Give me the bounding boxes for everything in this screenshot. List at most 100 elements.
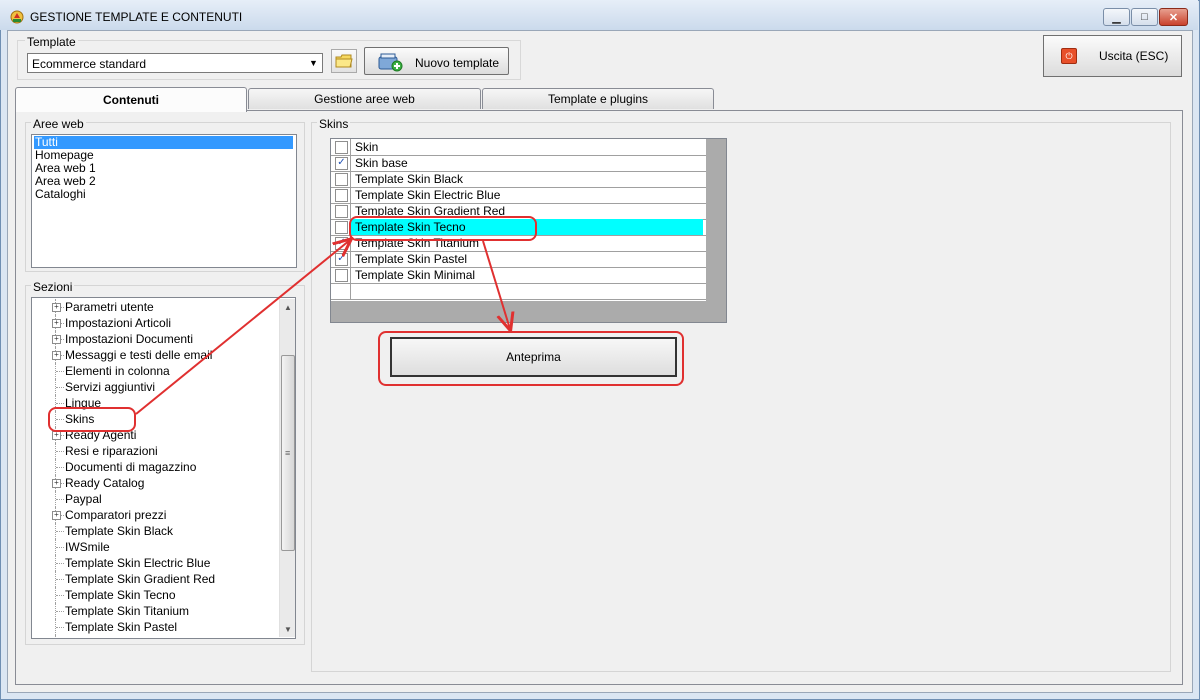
tree-item-label: Paypal (65, 492, 102, 506)
chevron-down-icon[interactable]: ▼ (305, 54, 322, 72)
tree-item[interactable]: Template Skin Gradient Red (32, 571, 278, 587)
title-bar[interactable]: GESTIONE TEMPLATE E CONTENUTI ▁ □ ✕ (0, 0, 1198, 30)
table-row[interactable]: Template Skin Electric Blue (331, 187, 706, 204)
skins-label: Skins (317, 117, 351, 131)
tree-item-label: Comparatori prezzi (65, 508, 167, 522)
tree-item-label: Documenti di magazzino (65, 460, 197, 474)
scroll-up-icon[interactable]: ▲ (280, 299, 296, 315)
scroll-down-icon[interactable]: ▼ (280, 621, 296, 637)
column-separator (350, 203, 351, 219)
tab-template-e-plugins[interactable]: Template e plugins (482, 88, 714, 109)
table-row[interactable]: Skin (331, 139, 706, 156)
tree-line (56, 611, 64, 612)
scroll-thumb[interactable]: ≡ (281, 355, 295, 551)
tab-gestione-aree-web[interactable]: Gestione aree web (248, 88, 481, 109)
table-row[interactable]: Template Skin Black (331, 171, 706, 188)
tree-item[interactable]: + Impostazioni Documenti (32, 331, 278, 347)
skin-name: Template Skin Minimal (355, 268, 476, 282)
close-button[interactable]: ✕ (1159, 8, 1188, 26)
app-icon (10, 10, 24, 24)
aree-web-label: Aree web (31, 117, 86, 131)
expand-icon[interactable]: + (52, 303, 61, 312)
skin-checkbox[interactable]: ✓ (335, 237, 348, 250)
new-template-icon (378, 53, 403, 72)
tree-item[interactable]: + Comparatori prezzi (32, 507, 278, 523)
tree-item[interactable]: IWSmile (32, 539, 278, 555)
column-separator (350, 155, 351, 171)
skin-checkbox[interactable] (335, 189, 348, 202)
tree-item[interactable]: Template Skin Minimal (32, 635, 278, 638)
tree-item-label: Template Skin Pastel (65, 620, 178, 634)
power-icon: ⏻ (1061, 48, 1077, 64)
table-row[interactable]: ✓ Template Skin Pastel (331, 251, 706, 268)
expand-icon[interactable]: + (52, 431, 61, 440)
tree-item-label: Template Skin Titanium (65, 604, 190, 618)
column-separator (350, 187, 351, 203)
tree-item[interactable]: Template Skin Black (32, 523, 278, 539)
skin-checkbox[interactable] (335, 173, 348, 186)
tree-item-label: Resi e riparazioni (65, 444, 158, 458)
tree-line (56, 563, 64, 564)
tree-item[interactable]: + Impostazioni Articoli (32, 315, 278, 331)
table-row[interactable] (331, 283, 706, 300)
tree-item[interactable]: Servizi aggiuntivi (32, 379, 278, 395)
annotation-box-tecno (349, 216, 537, 241)
window-title: GESTIONE TEMPLATE E CONTENUTI (30, 10, 243, 24)
tree-item-label: Template Skin Black (65, 524, 174, 538)
skin-checkbox[interactable]: ✓ (335, 157, 348, 170)
annotation-box-skins (48, 407, 136, 432)
tree-item[interactable]: Template Skin Pastel (32, 619, 278, 635)
expand-icon[interactable]: + (52, 479, 61, 488)
maximize-button[interactable]: □ (1131, 8, 1158, 26)
tree-item-label: Servizi aggiuntivi (65, 380, 156, 394)
tab-contenuti[interactable]: Contenuti (15, 87, 247, 112)
column-separator (350, 251, 351, 267)
tree-item[interactable]: + Messaggi e testi delle email (32, 347, 278, 363)
skin-checkbox[interactable] (335, 221, 348, 234)
template-select-value: Ecommerce standard (32, 57, 147, 71)
skin-name: Template Skin Pastel (355, 252, 468, 266)
open-folder-button[interactable] (331, 49, 357, 73)
new-template-button[interactable]: Nuovo template (364, 47, 509, 75)
skin-checkbox[interactable]: ✓ (335, 253, 348, 266)
tree-item[interactable]: Resi e riparazioni (32, 443, 278, 459)
column-separator (350, 267, 351, 283)
tree-item-label: Messaggi e testi delle email (65, 348, 213, 362)
column-separator (350, 139, 351, 155)
exit-button[interactable]: ⏻ Uscita (ESC) (1043, 35, 1182, 77)
tree-item[interactable]: Template Skin Titanium (32, 603, 278, 619)
skin-checkbox[interactable] (335, 141, 348, 154)
list-item[interactable]: Cataloghi (34, 188, 86, 201)
tree-line (56, 595, 64, 596)
tree-item-label: Ready Catalog (65, 476, 145, 490)
tree-item-label: Impostazioni Documenti (65, 332, 194, 346)
tree-item-label: Impostazioni Articoli (65, 316, 172, 330)
sezioni-tree[interactable]: + Parametri utente + Impostazioni Articoli +… (31, 297, 296, 639)
expand-icon[interactable]: + (52, 319, 61, 328)
expand-icon[interactable]: + (52, 511, 61, 520)
tree-item[interactable]: Elementi in colonna (32, 363, 278, 379)
minimize-button[interactable]: ▁ (1103, 8, 1130, 26)
tree-item-label: Template Skin Gradient Red (65, 572, 216, 586)
expand-icon[interactable]: + (52, 351, 61, 360)
tree-item[interactable]: Template Skin Tecno (32, 587, 278, 603)
table-row[interactable]: Template Skin Minimal (331, 267, 706, 284)
aree-web-list[interactable]: Tutti Homepage Area web 1 Area web 2 Cat… (31, 134, 297, 268)
table-row[interactable]: ✓ Skin base (331, 155, 706, 172)
tree-item-label: Parametri utente (65, 300, 154, 314)
tree-item[interactable]: + Parametri utente (32, 299, 278, 315)
tree-item[interactable]: Template Skin Electric Blue (32, 555, 278, 571)
tree-line (56, 579, 64, 580)
tree-line (56, 499, 64, 500)
skin-checkbox[interactable] (335, 205, 348, 218)
skin-checkbox[interactable] (335, 269, 348, 282)
folder-icon (335, 54, 353, 68)
tree-item[interactable]: Documenti di magazzino (32, 459, 278, 475)
tree-item[interactable]: Paypal (32, 491, 278, 507)
tree-line (56, 531, 64, 532)
template-select[interactable]: Ecommerce standard ▼ (27, 53, 323, 73)
tree-item[interactable]: + Ready Catalog (32, 475, 278, 491)
tree-item-label: Elementi in colonna (65, 364, 170, 378)
sezioni-scrollbar[interactable]: ▲ ≡ ▼ (279, 299, 295, 637)
expand-icon[interactable]: + (52, 335, 61, 344)
